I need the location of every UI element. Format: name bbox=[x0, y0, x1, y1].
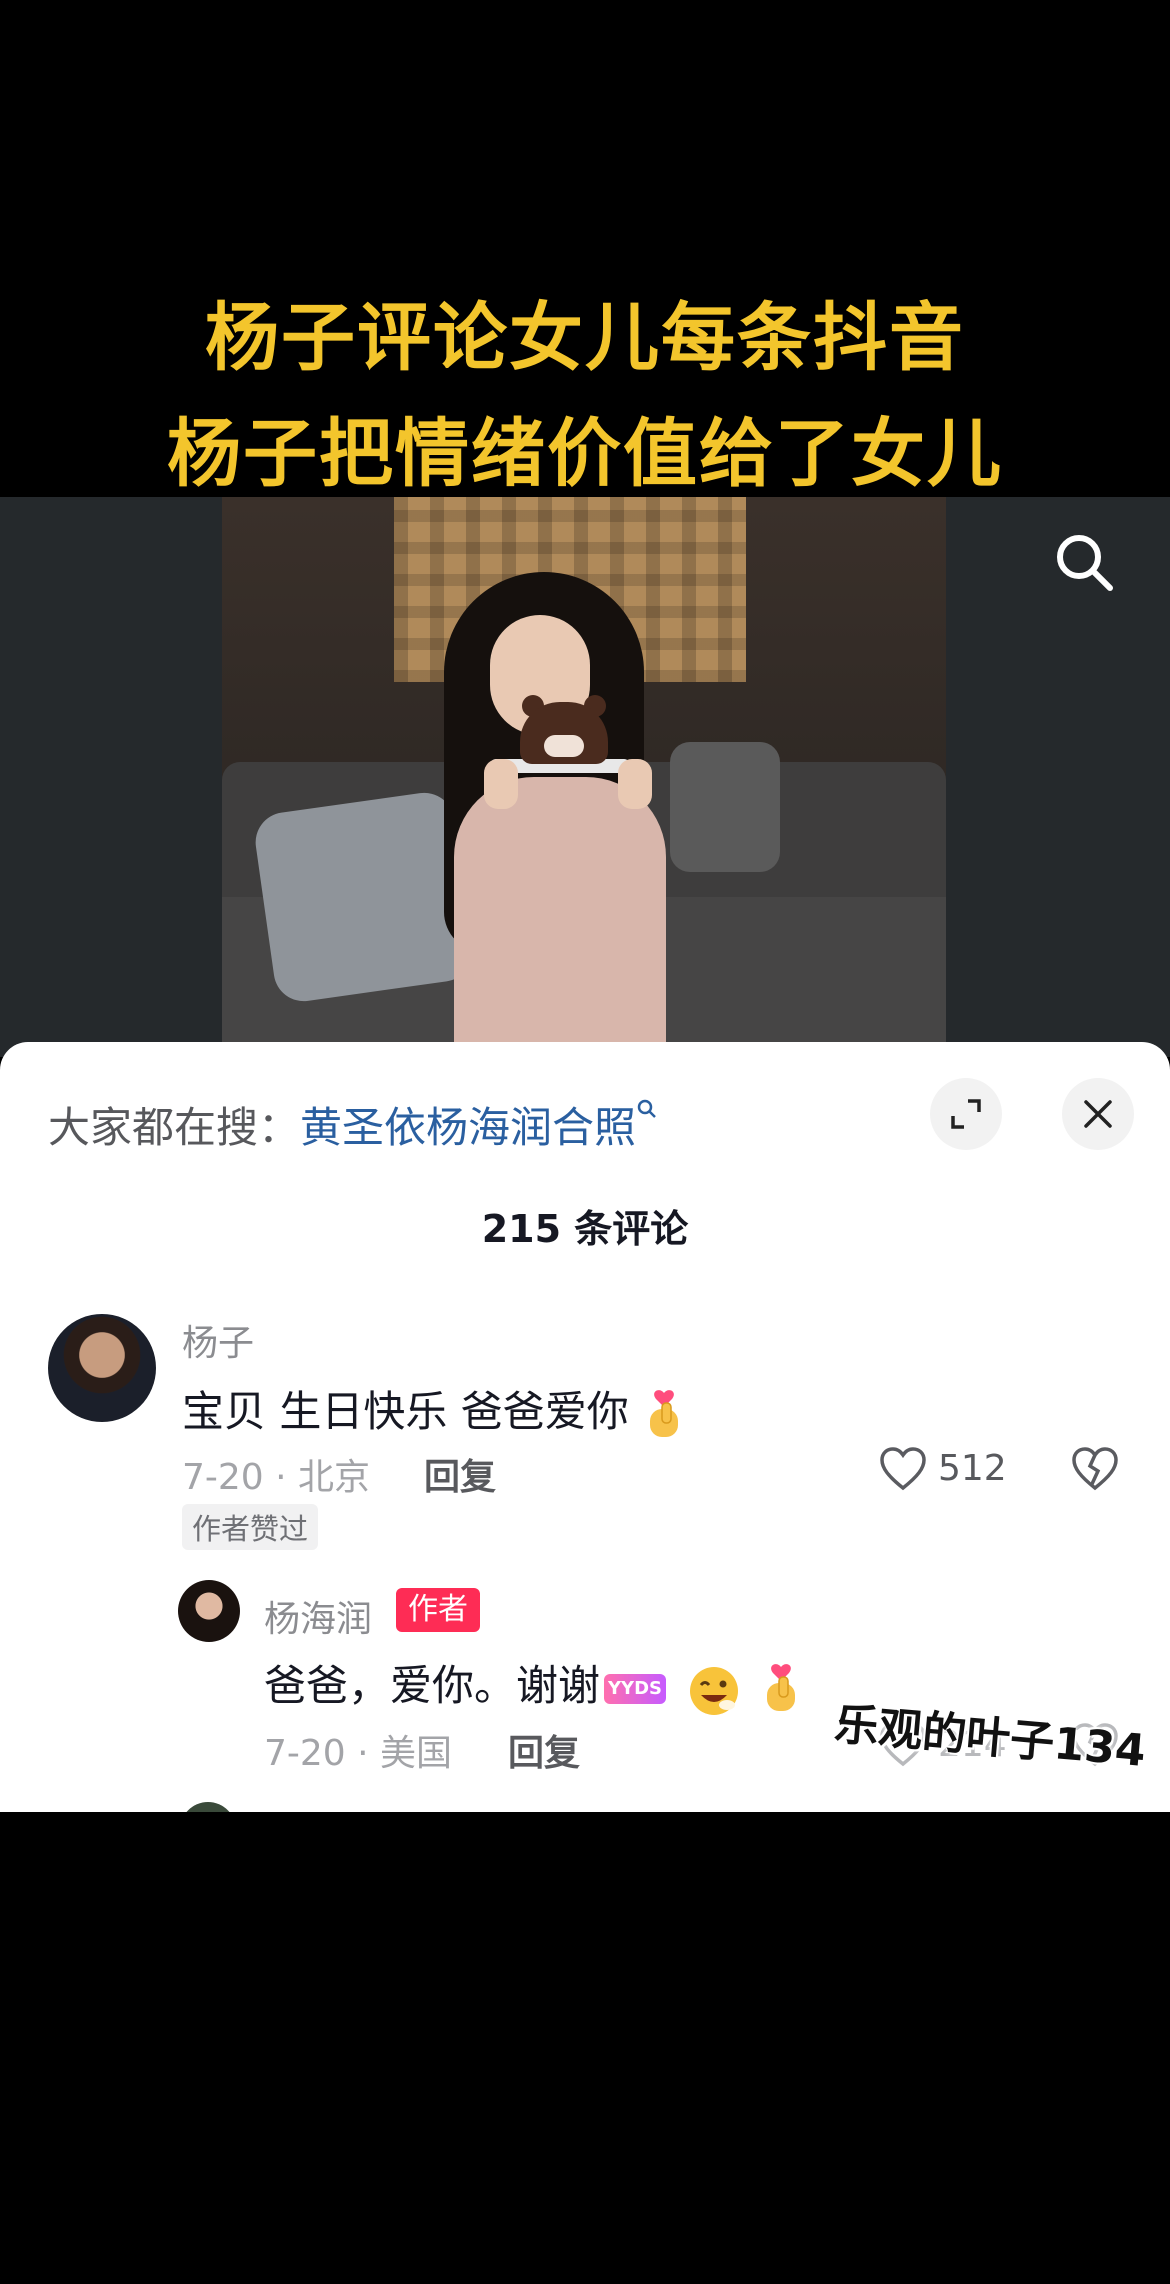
comment-text: 宝贝 生日快乐 爸爸爱你 bbox=[182, 1378, 686, 1441]
hand-right bbox=[618, 759, 652, 809]
comment-count: 215 条评论 bbox=[481, 1207, 689, 1251]
avatar[interactable] bbox=[48, 1314, 156, 1422]
hand-left bbox=[484, 759, 518, 809]
expand-icon bbox=[951, 1099, 981, 1129]
like-count: 512 bbox=[938, 1448, 1007, 1489]
reply-button[interactable]: 回复 bbox=[508, 1724, 580, 1776]
reply-avatar[interactable] bbox=[178, 1580, 240, 1642]
video-caption-headline: 杨子评论女儿每条抖音 杨子把情绪价值给了女儿 bbox=[0, 280, 1170, 512]
finger-heart-icon bbox=[766, 1663, 795, 1711]
dislike-broken-heart-icon[interactable] bbox=[1070, 1446, 1120, 1492]
like-heart-icon[interactable] bbox=[878, 1446, 928, 1492]
comment-sheet: 大家都在搜：黄圣依杨海润合照 215 条评论 杨子 宝贝 生日快乐 爸爸爱你 7… bbox=[0, 1042, 1170, 1812]
video-frame-photo bbox=[222, 497, 946, 1057]
reply-text: 爸爸，爱你。谢谢 YYDS bbox=[264, 1652, 803, 1717]
hot-search-bar[interactable]: 大家都在搜：黄圣依杨海润合照 bbox=[48, 1094, 658, 1155]
video-player[interactable] bbox=[0, 497, 1170, 1057]
hot-search-term[interactable]: 黄圣依杨海润合照 bbox=[300, 1103, 636, 1152]
cushion bbox=[251, 789, 477, 1005]
finger-heart-icon bbox=[650, 1389, 679, 1437]
next-comment-avatar[interactable] bbox=[180, 1802, 236, 1812]
small-search-icon bbox=[637, 1099, 656, 1118]
reply-author[interactable]: 杨海润 bbox=[264, 1590, 372, 1642]
expand-button[interactable] bbox=[930, 1078, 1002, 1150]
close-button[interactable] bbox=[1062, 1078, 1134, 1150]
girl-dress bbox=[454, 777, 666, 1057]
hot-search-prefix: 大家都在搜： bbox=[48, 1103, 301, 1152]
cushion-2 bbox=[670, 742, 780, 872]
reply-button[interactable]: 回复 bbox=[424, 1448, 496, 1500]
comment-time-location: 7-20 · 北京 bbox=[182, 1457, 371, 1498]
winking-face-icon bbox=[690, 1666, 739, 1715]
headline-line-2: 杨子把情绪价值给了女儿 bbox=[167, 411, 1003, 497]
author-tag: 作者 bbox=[396, 1588, 480, 1632]
close-icon bbox=[1084, 1100, 1112, 1128]
reply-time-location: 7-20 · 美国 bbox=[264, 1733, 453, 1774]
yyds-sticker: YYDS bbox=[604, 1673, 667, 1704]
comment-text-content: 宝贝 生日快乐 爸爸爱你 bbox=[182, 1387, 629, 1436]
headline-line-1: 杨子评论女儿每条抖音 bbox=[205, 295, 965, 381]
reply-text-content: 爸爸，爱你。谢谢 bbox=[264, 1661, 601, 1710]
cake-snout bbox=[544, 735, 584, 757]
search-icon[interactable] bbox=[1052, 530, 1116, 594]
author-liked-badge: 作者赞过 bbox=[182, 1504, 319, 1550]
comment-author[interactable]: 杨子 bbox=[182, 1314, 254, 1366]
